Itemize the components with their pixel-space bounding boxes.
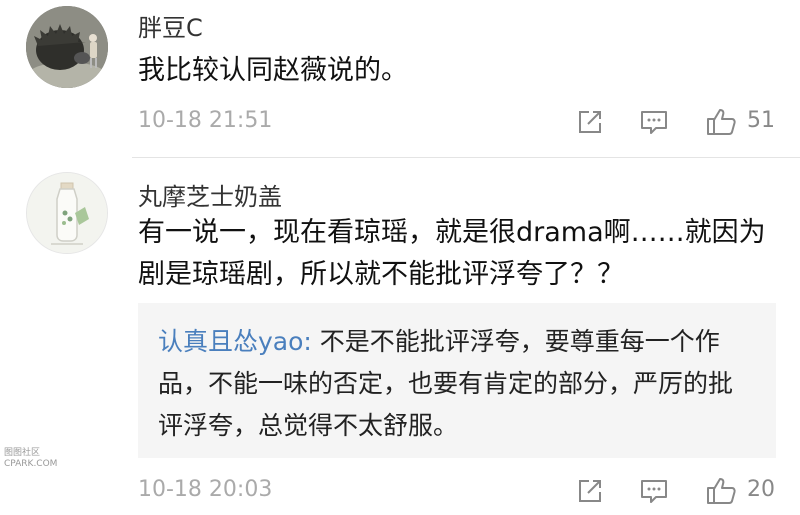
reply-button[interactable] [636,104,672,140]
avatar[interactable] [26,172,108,254]
comment-icon [641,480,667,503]
comment-text: 我比较认同赵薇说的。 [138,55,408,86]
watermark-line: CPARK.COM [4,459,58,469]
comment-icon [641,111,667,134]
comment-item: 丸摩芝士奶盖 有一说一，现在看琼瑶，就是很drama啊……就因为剧是琼瑶剧，所以… [0,160,800,515]
share-button[interactable] [572,473,608,509]
like-button[interactable] [703,104,739,140]
like-button[interactable] [703,473,739,509]
username[interactable]: 胖豆C [138,8,203,43]
comment-footer: 10-18 21:51 51 [138,104,780,140]
thumbs-up-icon [707,109,736,135]
reply-author[interactable]: 认真且怂yao [158,327,303,356]
timestamp: 10-18 21:51 [138,108,273,133]
watermark: 图图社区 CPARK.COM [4,448,74,470]
comment-text: 有一说一，现在看琼瑶，就是很drama啊……就因为剧是琼瑶剧，所以就不能批评浮夸… [138,217,766,290]
like-count: 51 [747,108,775,133]
like-count: 20 [747,477,775,502]
share-icon [579,111,601,133]
avatar[interactable] [26,6,108,88]
quoted-reply[interactable]: 认真且怂yao: 不是不能批评浮夸，要尊重每一个作品，不能一味的否定，也要有肯定… [138,303,776,458]
share-icon [579,480,601,502]
reply-button[interactable] [636,473,672,509]
share-button[interactable] [572,104,608,140]
watermark-line: 图图社区 [4,448,41,458]
comment-footer: 10-18 20:03 20 [138,473,780,509]
timestamp: 10-18 20:03 [138,477,273,502]
hedgehog-girl-avatar-icon [26,6,108,88]
username[interactable]: 丸摩芝士奶盖 [138,177,282,212]
divider [132,157,800,158]
milk-bottle-avatar-icon [27,173,107,253]
comment-item: 胖豆C 我比较认同赵薇说的。 10-18 21:51 51 [0,0,800,160]
thumbs-up-icon [707,478,736,504]
reply-separator: : [303,327,320,356]
